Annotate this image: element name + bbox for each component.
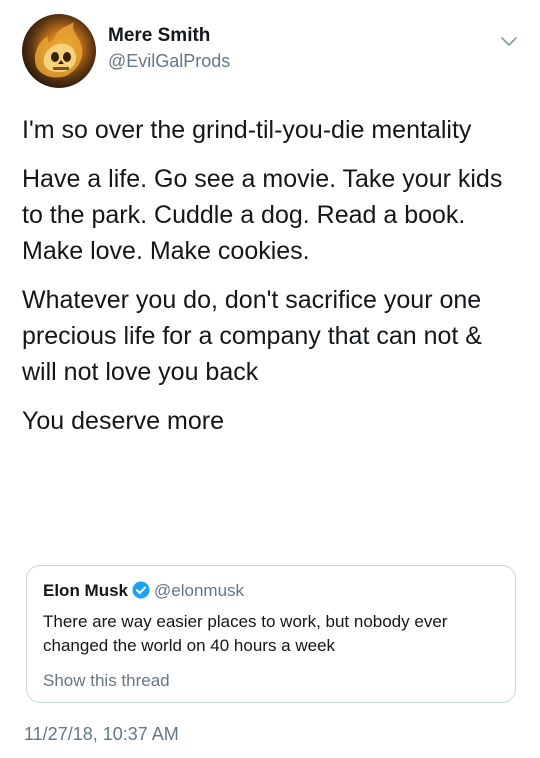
quoted-tweet-card[interactable]: Elon Musk @elonmusk There are way easier …	[26, 565, 516, 703]
tweet-paragraph: Have a life. Go see a movie. Take your k…	[22, 165, 503, 265]
tweet-paragraph: I'm so over the grind-til-you-die mental…	[22, 116, 472, 144]
user-info[interactable]: Mere Smith @EvilGalProds	[108, 24, 230, 73]
flaming-skull-icon	[34, 22, 83, 78]
tweet-text: I'm so over the grind-til-you-die mental…	[22, 112, 520, 452]
avatar[interactable]	[22, 14, 96, 88]
show-thread-link[interactable]: Show this thread	[43, 670, 170, 692]
tweet-paragraph: You deserve more	[22, 407, 224, 435]
tweet-header: Mere Smith @EvilGalProds	[22, 14, 520, 90]
quoted-tweet-header: Elon Musk @elonmusk	[43, 580, 244, 602]
verified-badge-icon	[132, 581, 150, 599]
quoted-author-name[interactable]: Elon Musk	[43, 581, 128, 600]
author-handle[interactable]: @EvilGalProds	[108, 49, 230, 73]
quoted-tweet-text: There are way easier places to work, but…	[43, 612, 448, 655]
chevron-down-icon[interactable]	[498, 30, 520, 52]
tweet-timestamp[interactable]: 11/27/18, 10:37 AM	[24, 722, 179, 746]
tweet-paragraph: Whatever you do, don't sacrifice your on…	[22, 286, 482, 386]
quoted-author-handle[interactable]: @elonmusk	[154, 581, 244, 600]
author-display-name[interactable]: Mere Smith	[108, 24, 230, 48]
